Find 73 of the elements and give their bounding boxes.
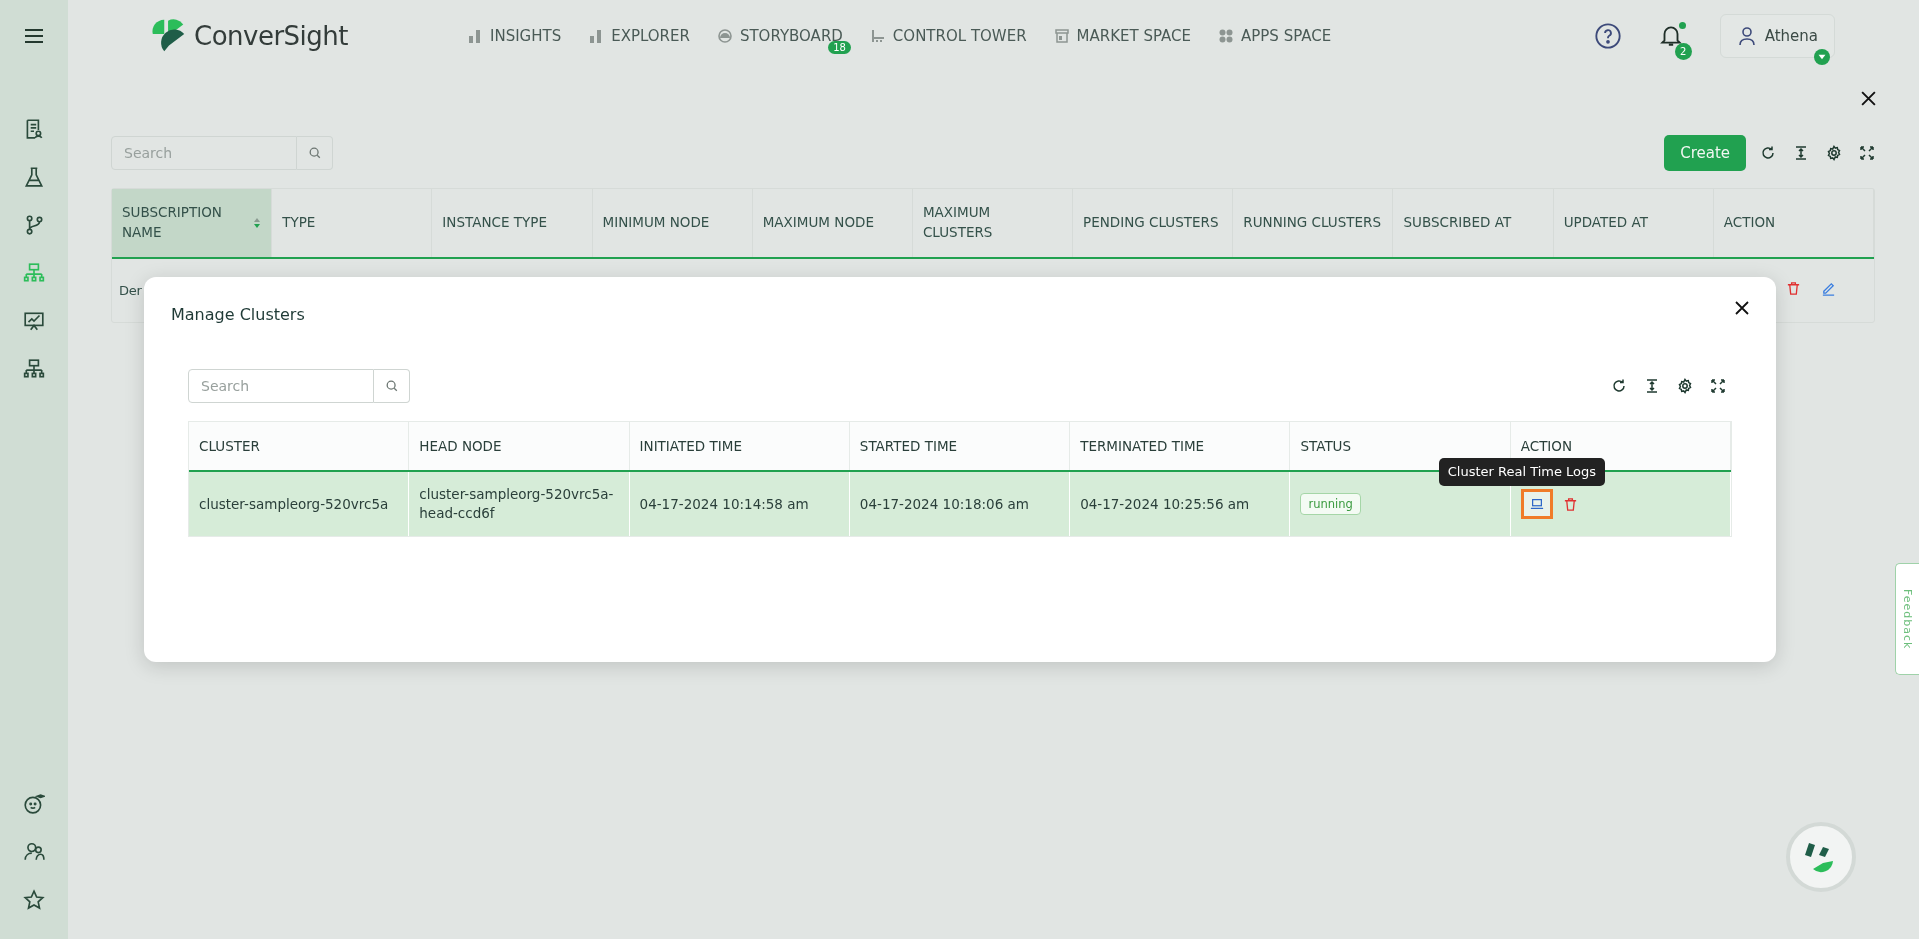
tower-icon — [870, 29, 885, 43]
hierarchy-icon[interactable] — [23, 358, 45, 380]
bot-face-icon[interactable] — [23, 793, 45, 815]
column-header[interactable]: SUBSCRIBED AT — [1393, 189, 1554, 257]
tooltip: Cluster Real Time Logs — [1438, 458, 1606, 487]
refresh-icon[interactable] — [1611, 378, 1627, 394]
column-header[interactable]: MAXIMUM NODE — [752, 189, 913, 257]
search-icon[interactable] — [307, 146, 322, 160]
table-cell: 04-17-2024 10:14:58 am — [639, 494, 809, 514]
column-header[interactable]: MINIMUM NODE — [592, 189, 753, 257]
column-header: ACTION — [1520, 438, 1573, 454]
presentation-chart-icon[interactable] — [23, 310, 45, 332]
bar-chart-icon — [468, 29, 482, 43]
help-icon[interactable] — [1593, 22, 1622, 50]
nav-link[interactable]: MARKET SPACE — [1054, 27, 1191, 45]
bar-chart-icon — [589, 29, 604, 43]
fullscreen-icon[interactable] — [1859, 145, 1875, 161]
store-icon — [1054, 29, 1069, 43]
column-header: INITIATED TIME — [639, 438, 742, 454]
fullscreen-icon[interactable] — [1710, 378, 1726, 394]
column-header[interactable]: TYPE — [272, 189, 433, 257]
column-header: CLUSTER — [199, 438, 260, 454]
delete-icon[interactable] — [1786, 281, 1801, 296]
column-header[interactable]: INSTANCE TYPE — [432, 189, 593, 257]
nav-link[interactable]: APPS SPACE — [1219, 27, 1332, 45]
nav-label: APPS SPACE — [1241, 27, 1332, 45]
dropdown-icon — [1814, 49, 1830, 65]
nav-link[interactable]: EXPLORER — [589, 27, 690, 45]
nav-label: EXPLORER — [611, 27, 690, 45]
column-header: STARTED TIME — [859, 438, 958, 454]
menu-icon[interactable] — [24, 28, 44, 44]
table-cell-text: cluster-sampleorg-520vrc5a-head-ccd6f — [419, 485, 615, 523]
search-field[interactable]: Search — [188, 369, 374, 403]
column-header: TERMINATED TIME — [1080, 438, 1205, 454]
close-icon[interactable] — [1860, 90, 1877, 107]
column-header[interactable]: MAXIMUM CLUSTERS — [912, 189, 1074, 257]
column-header[interactable]: ACTION — [1713, 189, 1874, 257]
nav-label: MARKET SPACE — [1076, 27, 1191, 45]
gauge-icon — [717, 29, 732, 43]
settings-icon[interactable] — [1826, 145, 1842, 161]
delete-icon[interactable] — [1562, 496, 1578, 512]
column-header: STATUS — [1300, 438, 1352, 454]
flask-icon[interactable] — [23, 166, 45, 188]
table-cell: cluster-sampleorg-520vrc5a — [199, 494, 389, 514]
search-field[interactable]: Search — [111, 136, 297, 170]
table-cell: Der — [119, 283, 142, 298]
user-icon — [1736, 26, 1757, 46]
refresh-icon[interactable] — [1760, 145, 1776, 161]
users-icon[interactable] — [23, 841, 45, 863]
nav-label: INSIGHTS — [490, 27, 562, 45]
column-header[interactable]: SUBSCRIPTION NAME — [112, 189, 273, 257]
table-cell: 04-17-2024 10:25:56 am — [1080, 494, 1250, 514]
star-icon[interactable] — [23, 889, 45, 911]
row-height-icon[interactable] — [1644, 378, 1660, 394]
nav-link[interactable]: INSIGHTS — [468, 27, 562, 45]
logs-button[interactable] — [1520, 489, 1553, 519]
settings-icon[interactable] — [1677, 378, 1693, 394]
count-badge: 18 — [828, 41, 851, 54]
notification-badge: 2 — [1674, 43, 1692, 60]
table-cell: 04-17-2024 10:18:06 am — [859, 494, 1029, 514]
column-header[interactable]: PENDING CLUSTERS — [1073, 189, 1234, 257]
search-icon[interactable] — [384, 379, 399, 393]
status-badge: running — [1300, 492, 1361, 516]
monitor-icon — [1529, 497, 1544, 511]
column-header[interactable]: RUNNING CLUSTERS — [1233, 189, 1394, 257]
close-icon[interactable] — [1734, 300, 1750, 316]
dialog-title: Manage Clusters — [171, 305, 306, 324]
column-header[interactable]: UPDATED AT — [1553, 189, 1714, 257]
brand-name: ConverSight — [194, 21, 349, 51]
apps-grid-icon — [1219, 29, 1233, 43]
column-header: HEAD NODE — [419, 438, 502, 454]
row-height-icon[interactable] — [1793, 145, 1809, 161]
edit-icon[interactable] — [1821, 281, 1836, 296]
